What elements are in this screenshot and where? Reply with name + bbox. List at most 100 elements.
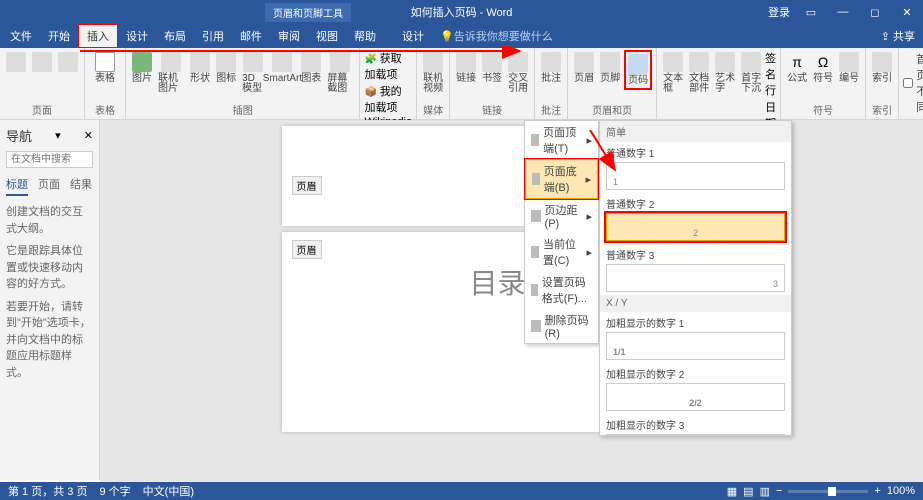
3d-button[interactable]: 3D模型 <box>240 50 265 96</box>
nav-tab-pages[interactable]: 页面 <box>38 176 60 196</box>
crossref-button[interactable]: 交叉引用 <box>506 50 530 96</box>
gallery-item-bold3[interactable]: 加粗显示的数字 3 3/3 <box>600 414 791 436</box>
tab-layout[interactable]: 布局 <box>156 24 194 48</box>
tab-view[interactable]: 视图 <box>308 24 346 48</box>
navigation-pane: 导航 ▾ ✕ 标题 页面 结果 创建文档的交互式大纲。 它是跟踪具体位置或快速移… <box>0 120 100 480</box>
gallery-item-bold2[interactable]: 加粗显示的数字 2 2/2 <box>600 363 791 414</box>
shapes-button[interactable]: 形状 <box>188 50 212 86</box>
zoom-slider[interactable] <box>788 490 868 493</box>
tab-mail[interactable]: 邮件 <box>232 24 270 48</box>
login-button[interactable]: 登录 <box>763 0 795 24</box>
wordart-button[interactable]: 艺术字 <box>713 50 737 96</box>
smartart-button[interactable]: SmartArt <box>268 50 298 86</box>
document-title: 如何插入页码 - Word <box>411 4 513 20</box>
nav-tab-results[interactable]: 结果 <box>70 176 92 196</box>
zoom-out-button[interactable]: − <box>776 485 782 497</box>
my-addins-button[interactable]: 📦 我的加载项 <box>364 83 412 115</box>
share-button[interactable]: ⇪ 共享 <box>881 28 915 44</box>
minimize-button[interactable]: — <box>827 0 859 24</box>
nav-tab-headings[interactable]: 标题 <box>6 176 28 196</box>
page-top-icon <box>531 134 539 146</box>
group-tables-label: 表格 <box>89 102 121 117</box>
tab-references[interactable]: 引用 <box>194 24 232 48</box>
page-bottom-icon <box>532 173 540 185</box>
picture-button[interactable]: 图片 <box>130 50 154 86</box>
gallery-item-plain2[interactable]: 普通数字 2 2 <box>600 193 791 244</box>
get-addins-button[interactable]: 🧩 获取加载项 <box>364 50 412 82</box>
page-number-gallery: 简单 普通数字 1 1 普通数字 2 2 普通数字 3 3 X / Y 加粗显示… <box>599 120 792 436</box>
dropcap-button[interactable]: 首字下沉 <box>739 50 763 96</box>
signature-line-button[interactable]: 签名行 <box>765 50 776 98</box>
menu-page-margin[interactable]: 页边距(P)▸ <box>525 199 598 233</box>
nav-search-input[interactable] <box>6 151 93 168</box>
menu-current-pos[interactable]: 当前位置(C)▸ <box>525 233 598 271</box>
link-button[interactable]: 链接 <box>454 50 478 86</box>
group-comments-label: 批注 <box>539 102 563 117</box>
group-symbols-label: 符号 <box>785 102 861 117</box>
contextual-tab-label: 页眉和页脚工具 <box>265 3 351 22</box>
tab-hf-design[interactable]: 设计 <box>394 24 432 48</box>
gallery-item-plain3[interactable]: 普通数字 3 3 <box>600 244 791 295</box>
gallery-header-simple: 简单 <box>600 121 791 142</box>
tab-review[interactable]: 审阅 <box>270 24 308 48</box>
gallery-item-bold1[interactable]: 加粗显示的数字 1 1/1 <box>600 312 791 363</box>
zoom-level[interactable]: 100% <box>887 485 915 497</box>
number-button[interactable]: 编号 <box>837 50 861 86</box>
titlebar: 页眉和页脚工具 如何插入页码 - Word 登录 ▭ — ◻ ✕ <box>0 0 923 24</box>
index-button[interactable]: 索引 <box>870 50 894 86</box>
page-break-button[interactable] <box>56 50 80 76</box>
screenshot-button[interactable]: 屏幕截图 <box>325 50 355 96</box>
zoom-in-button[interactable]: + <box>874 485 880 497</box>
online-pic-button[interactable]: 联机图片 <box>156 50 186 96</box>
group-index-label: 索引 <box>870 102 894 117</box>
close-button[interactable]: ✕ <box>891 0 923 24</box>
share-label: 共享 <box>893 31 915 43</box>
view-print-icon[interactable]: ▤ <box>743 485 753 498</box>
tab-home[interactable]: 开始 <box>40 24 78 48</box>
nav-close-icon[interactable]: ✕ <box>84 129 93 142</box>
header-button[interactable]: 页眉 <box>572 50 596 86</box>
online-video-button[interactable]: 联机视频 <box>421 50 445 96</box>
document-area[interactable]: 页眉 页眉 目录页 <box>100 120 923 482</box>
menu-page-top[interactable]: 页面顶端(T)▸ <box>525 121 598 159</box>
tab-design[interactable]: 设计 <box>118 24 156 48</box>
gallery-item-plain1[interactable]: 普通数字 1 1 <box>600 142 791 193</box>
tab-file[interactable]: 文件 <box>2 24 40 48</box>
menu-delete-number[interactable]: 删除页码(R) <box>525 309 598 343</box>
textbox-button[interactable]: 文本框 <box>661 50 685 96</box>
view-read-icon[interactable]: ▦ <box>727 485 737 498</box>
symbol-button[interactable]: Ω符号 <box>811 50 835 86</box>
menubar: 文件 开始 插入 设计 布局 引用 邮件 审阅 视图 帮助 设计 💡 告诉我你想… <box>0 24 923 48</box>
nav-dropdown-icon[interactable]: ▾ <box>55 129 61 142</box>
quickparts-button[interactable]: 文档部件 <box>687 50 711 96</box>
status-words[interactable]: 9 个字 <box>99 483 130 499</box>
footer-button[interactable]: 页脚 <box>598 50 622 86</box>
bookmark-button[interactable]: 书签 <box>480 50 504 86</box>
ribbon: 页面 表格 表格 图片 联机图片 形状 图标 3D模型 SmartArt 图表 … <box>0 48 923 120</box>
tab-insert[interactable]: 插入 <box>78 24 118 48</box>
cover-page-button[interactable] <box>4 50 28 76</box>
menu-page-bottom[interactable]: 页面底端(B)▸ <box>525 159 598 199</box>
chk-first-page[interactable]: 首页不同 <box>903 50 923 116</box>
header-label: 页眉 <box>292 240 322 259</box>
tell-me-label: 告诉我你想要做什么 <box>454 28 553 44</box>
view-web-icon[interactable]: ▥ <box>760 485 770 498</box>
blank-page-button[interactable] <box>30 50 54 76</box>
comment-button[interactable]: 批注 <box>539 50 563 86</box>
ribbon-options-icon[interactable]: ▭ <box>795 0 827 24</box>
chart-button[interactable]: 图表 <box>299 50 323 86</box>
table-button[interactable]: 表格 <box>89 50 121 86</box>
status-page[interactable]: 第 1 页，共 3 页 <box>8 483 87 499</box>
tab-help[interactable]: 帮助 <box>346 24 384 48</box>
maximize-button[interactable]: ◻ <box>859 0 891 24</box>
page-number-button[interactable]: 页码 <box>624 50 652 90</box>
icons-button[interactable]: 图标 <box>214 50 238 86</box>
equation-button[interactable]: π公式 <box>785 50 809 86</box>
menu-format-number[interactable]: 设置页码格式(F)... <box>525 271 598 309</box>
tell-me[interactable]: 💡 告诉我你想要做什么 <box>432 24 561 48</box>
status-lang[interactable]: 中文(中国) <box>143 483 194 499</box>
page-margin-icon <box>531 210 541 222</box>
current-pos-icon <box>531 246 539 258</box>
gallery-header-xy: X / Y <box>600 295 791 312</box>
format-icon <box>531 284 538 296</box>
